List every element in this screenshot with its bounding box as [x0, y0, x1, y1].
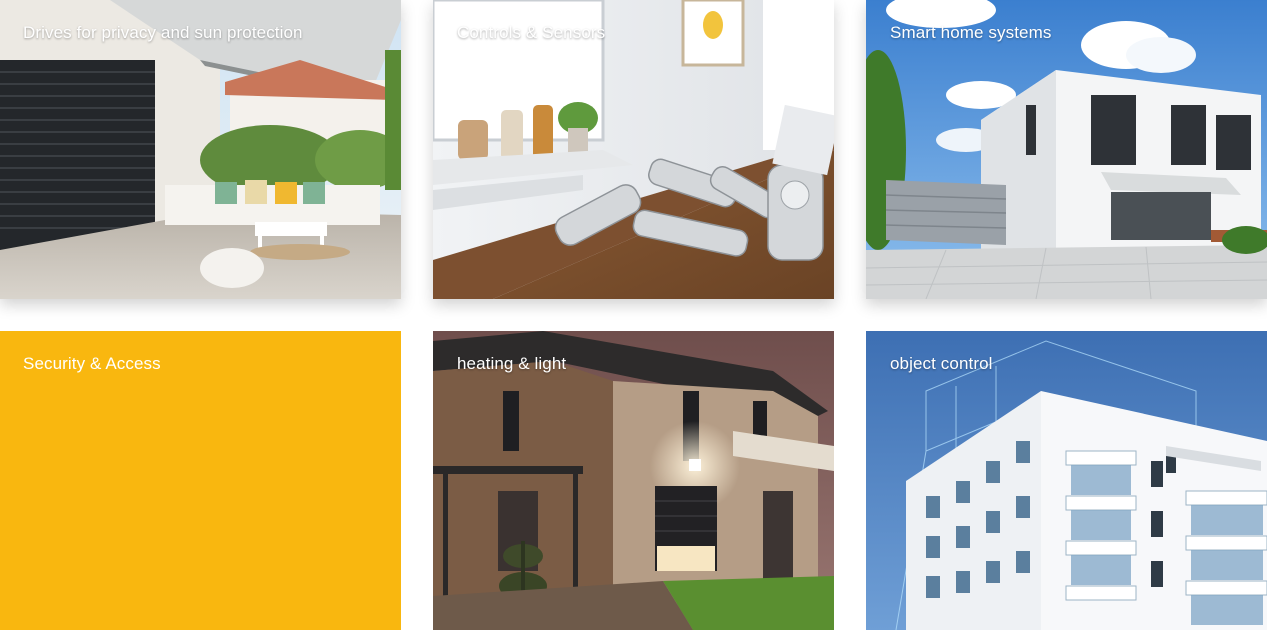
- modern-house-image: [866, 0, 1267, 299]
- tile-smart-home-systems[interactable]: Smart home systems: [866, 0, 1267, 299]
- remote-controls-image: [433, 0, 834, 299]
- house-night-image: [433, 331, 834, 630]
- tile-controls-sensors[interactable]: Controls & Sensors: [433, 0, 834, 299]
- tile-label: object control: [890, 354, 993, 373]
- tile-label: Smart home systems: [890, 23, 1052, 42]
- tile-label: Drives for privacy and sun protection: [23, 23, 303, 42]
- tile-drives-privacy-sun-protection[interactable]: Drives for privacy and sun protection: [0, 0, 401, 299]
- terrace-awning-image: [0, 0, 401, 299]
- category-grid: Drives for privacy and sun protection Co…: [0, 0, 1267, 630]
- apartment-building-image: [866, 331, 1267, 630]
- tile-object-control[interactable]: object control: [866, 331, 1267, 630]
- tile-security-access[interactable]: Security & Access: [0, 331, 401, 630]
- tile-label: Controls & Sensors: [457, 23, 606, 42]
- tile-label: Security & Access: [23, 354, 161, 373]
- tile-heating-light[interactable]: heating & light: [433, 331, 834, 630]
- tile-label: heating & light: [457, 354, 567, 373]
